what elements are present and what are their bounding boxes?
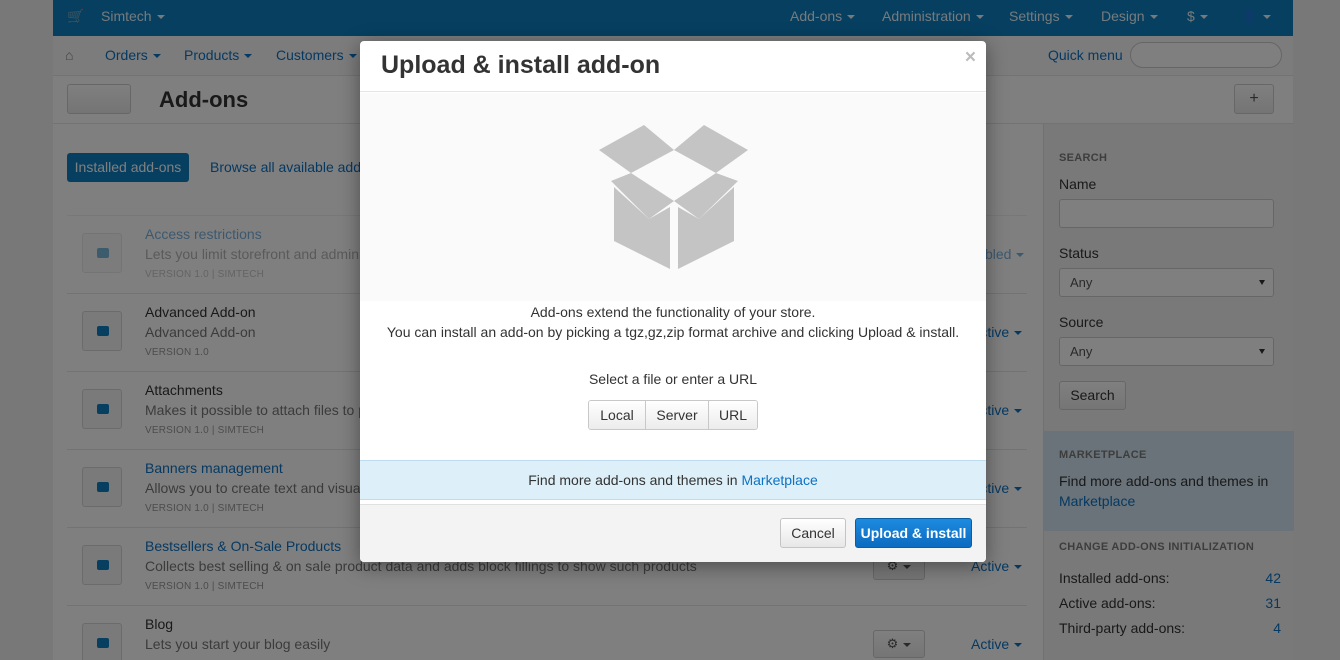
dialog-header: Upload & install add-on × (360, 41, 986, 92)
upload-install-button[interactable]: Upload & install (855, 518, 972, 548)
upload-addon-dialog: Upload & install add-on × Add-ons extend… (360, 41, 986, 562)
dialog-intro: Add-ons extend the functionality of your… (360, 302, 986, 342)
open-box-icon (599, 125, 748, 269)
local-button[interactable]: Local (589, 401, 645, 429)
marketplace-strip: Find more add-ons and themes in Marketpl… (360, 460, 986, 500)
marketplace-link[interactable]: Marketplace (741, 472, 817, 488)
cancel-button[interactable]: Cancel (780, 518, 846, 548)
url-button[interactable]: URL (708, 401, 757, 429)
dialog-footer: Cancel Upload & install (360, 504, 986, 562)
close-icon[interactable]: × (965, 47, 976, 69)
addon-illustration-area (360, 93, 986, 301)
source-button-group: Local Server URL (588, 400, 758, 430)
dialog-title: Upload & install add-on (381, 51, 661, 79)
intro-line-2: You can install an add-on by picking a t… (386, 324, 960, 340)
server-button[interactable]: Server (645, 401, 708, 429)
marketplace-text: Find more add-ons and themes in (528, 472, 738, 488)
select-source-label: Select a file or enter a URL (588, 371, 758, 387)
intro-line-1: Add-ons extend the functionality of your… (530, 304, 816, 320)
